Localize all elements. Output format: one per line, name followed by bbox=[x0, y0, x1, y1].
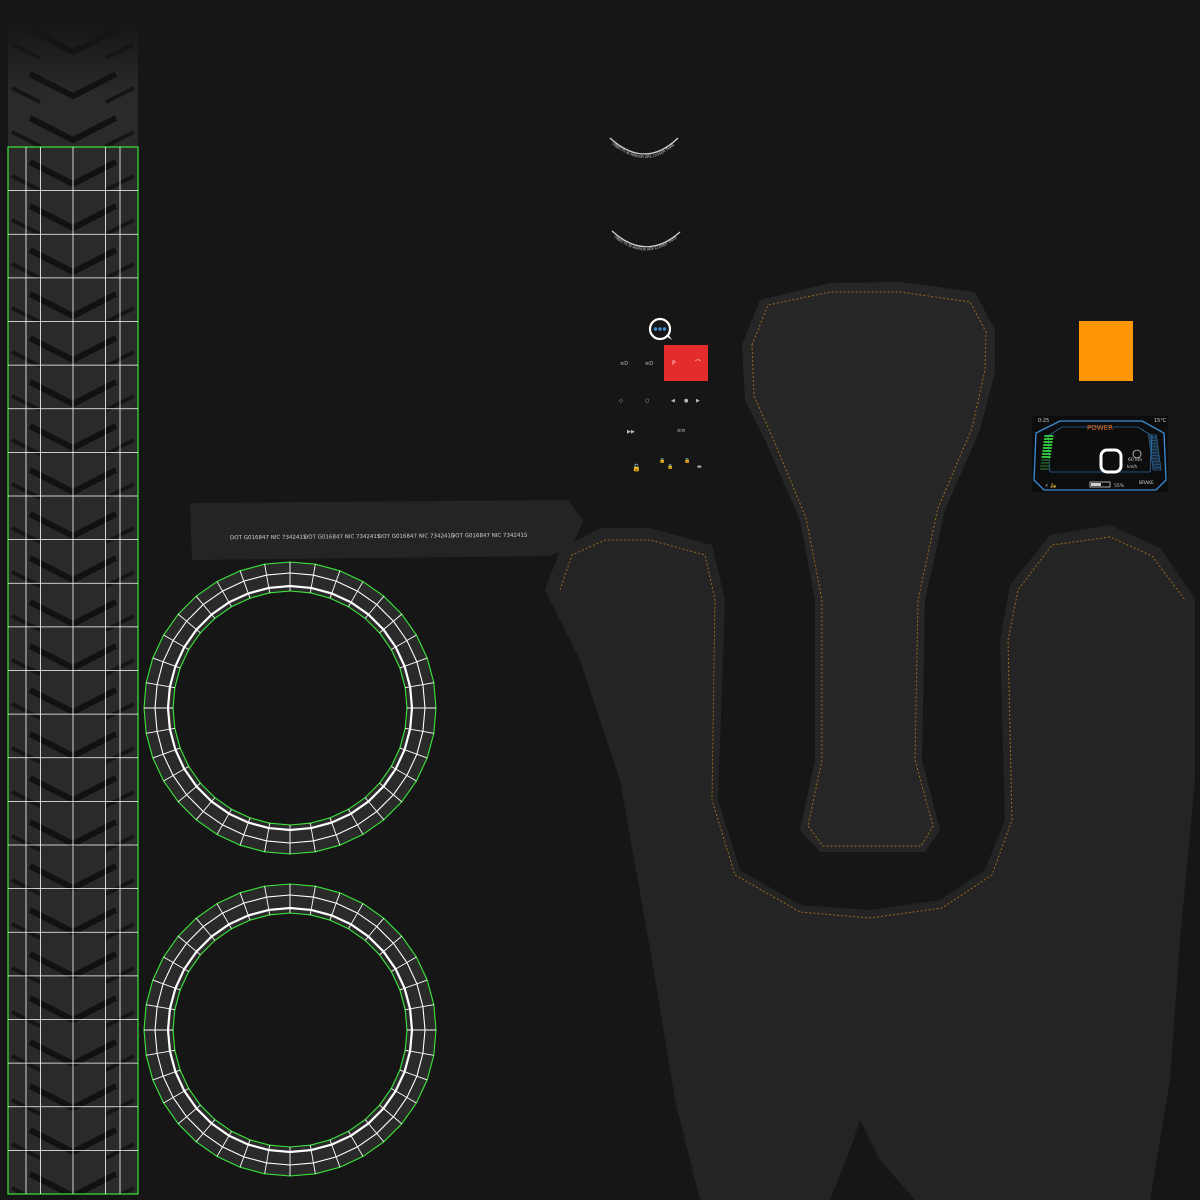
power-bar bbox=[1042, 447, 1052, 449]
power-bar bbox=[1044, 435, 1054, 437]
power-bar bbox=[1042, 450, 1052, 452]
power-bar bbox=[1042, 453, 1051, 455]
dash-battery-fill bbox=[1091, 483, 1101, 486]
power-bar bbox=[1044, 438, 1053, 440]
power-bar bbox=[1043, 441, 1053, 443]
power-bar bbox=[1040, 465, 1050, 467]
power-bar bbox=[1041, 459, 1051, 461]
dash-time: 0:25 bbox=[1038, 418, 1049, 424]
orange-swatch bbox=[1079, 321, 1133, 381]
power-bar bbox=[1043, 444, 1053, 446]
dash-battery-percent: 55% bbox=[1114, 483, 1125, 489]
power-bar bbox=[1040, 468, 1049, 470]
dash-speed-unit: km/h bbox=[1127, 464, 1138, 469]
dash-mode-icons: ⚡ 🛵 bbox=[1045, 482, 1057, 489]
dashboard-layer: 0:25 15°C POWER 0 km/h 60 km ⚡ 🛵 55% BRA… bbox=[1032, 321, 1168, 492]
dash-brake-label: BRAKE bbox=[1139, 480, 1154, 486]
power-bar bbox=[1041, 456, 1051, 458]
power-bar bbox=[1040, 462, 1050, 464]
dash-mode-label: POWER bbox=[1087, 424, 1113, 432]
dash-temperature: 15°C bbox=[1154, 418, 1167, 424]
dashboard-display: 0:25 15°C POWER 0 km/h 60 km ⚡ 🛵 55% BRA… bbox=[1032, 416, 1168, 492]
uv-texture-atlas: DOT G016847 NIC 7342415 - DOT G016847 NI… bbox=[0, 0, 1200, 1200]
